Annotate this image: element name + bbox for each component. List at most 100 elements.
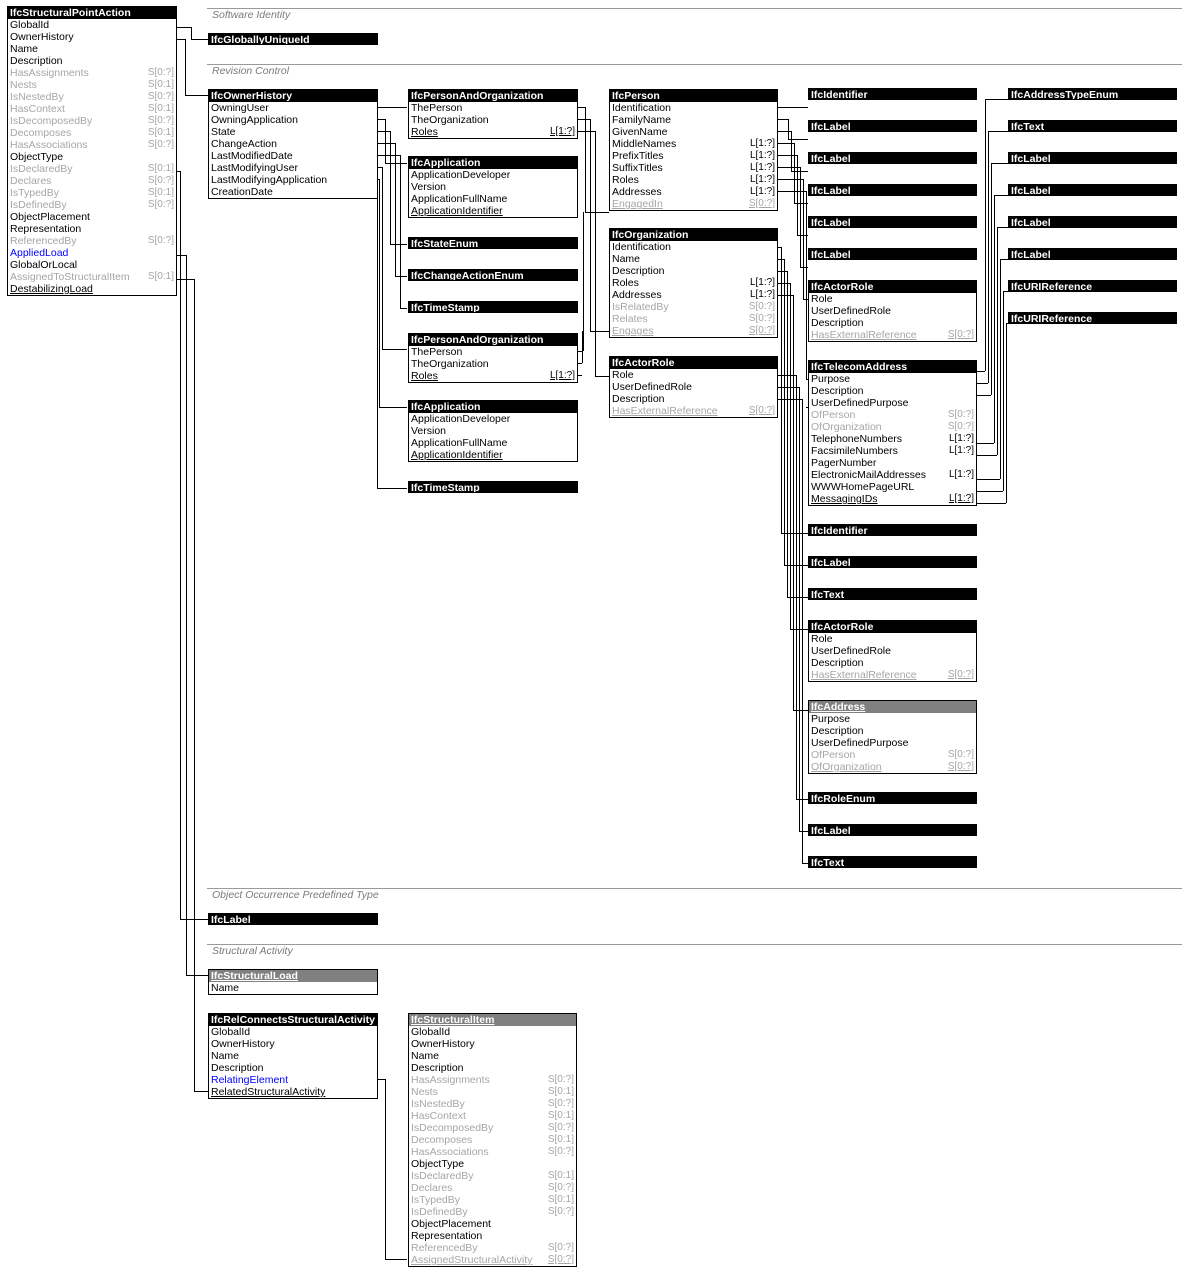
attr-row[interactable]: ObjectPlacement (8, 211, 176, 223)
attr-row[interactable]: Role (809, 633, 976, 645)
entity-ifctimestamp-2[interactable]: IfcTimeStamp (408, 481, 578, 493)
attr-row[interactable]: Description (610, 265, 777, 277)
attr-row[interactable]: Decomposes S[0:1] (8, 127, 176, 139)
entity-ifctext-c5-2[interactable]: IfcText (808, 856, 977, 868)
attr-row[interactable]: HasAssociations S[0:?] (409, 1146, 576, 1158)
attr-row[interactable]: GlobalId (209, 1026, 377, 1038)
attr-row[interactable]: Description (409, 1062, 576, 1074)
entity-ifcactorrole-column5-bottom[interactable]: IfcActorRole Role UserDefinedRole Descri… (808, 620, 977, 682)
attr-row[interactable]: GivenName (610, 126, 777, 138)
attr-row[interactable]: MiddleNames L[1:?] (610, 138, 777, 150)
attr-row[interactable]: RelatedStructuralActivity (209, 1086, 377, 1098)
entity-ifcidentifier-2[interactable]: IfcIdentifier (808, 524, 977, 536)
entity-ifclabel-c5-4[interactable]: IfcLabel (808, 216, 977, 228)
entity-ifctelecomaddress[interactable]: IfcTelecomAddress Purpose Description Us… (808, 360, 977, 506)
entity-ifcstructuralitem[interactable]: IfcStructuralItem GlobalId OwnerHistory … (408, 1013, 577, 1267)
attr-row[interactable]: PagerNumber (809, 457, 976, 469)
attr-row[interactable]: Roles L[1:?] (610, 277, 777, 289)
attr-row[interactable]: Description (209, 1062, 377, 1074)
attr-row[interactable]: PrefixTitles L[1:?] (610, 150, 777, 162)
attr-row[interactable]: IsDecomposedBy S[0:?] (8, 115, 176, 127)
attr-row[interactable]: Roles L[1:?] (610, 174, 777, 186)
entity-ifclabel-c6-3[interactable]: IfcLabel (1008, 216, 1177, 228)
entity-ifclabel-c5-7[interactable]: IfcLabel (808, 824, 977, 836)
attr-row[interactable]: IsDeclaredBy S[0:1] (409, 1170, 576, 1182)
attr-row[interactable]: MessagingIDs L[1:?] (809, 493, 976, 505)
attr-row[interactable]: Addresses L[1:?] (610, 289, 777, 301)
attr-row[interactable]: Roles L[1:?] (409, 370, 577, 382)
attr-row[interactable]: AssignedToStructuralItem S[0:1] (8, 271, 176, 283)
entity-ifcurireference-1[interactable]: IfcURIReference (1008, 280, 1177, 292)
entity-ifcgloballyuniqueid[interactable]: IfcGloballyUniqueId (208, 33, 378, 45)
attr-row[interactable]: Identification (610, 241, 777, 253)
attr-row[interactable]: Representation (8, 223, 176, 235)
attr-row[interactable]: UserDefinedRole (809, 645, 976, 657)
attr-row[interactable]: Description (610, 393, 777, 405)
attr-row[interactable]: Version (409, 425, 577, 437)
attr-row[interactable]: ApplicationDeveloper (409, 169, 577, 181)
attr-row[interactable]: Representation (409, 1230, 576, 1242)
attr-row[interactable]: HasContext S[0:1] (8, 103, 176, 115)
attr-row[interactable]: ApplicationIdentifier (409, 449, 577, 461)
attr-row[interactable]: UserDefinedRole (610, 381, 777, 393)
attr-row[interactable]: OfPerson S[0:?] (809, 409, 976, 421)
entity-ifcpersonandorganization-2[interactable]: IfcPersonAndOrganization ThePerson TheOr… (408, 333, 578, 383)
attr-row[interactable]: Description (809, 385, 976, 397)
entity-ifcroleenum[interactable]: IfcRoleEnum (808, 792, 977, 804)
attr-row[interactable]: LastModifiedDate (209, 150, 377, 162)
attr-row[interactable]: Purpose (809, 373, 976, 385)
entity-ifcaddresstypeenum[interactable]: IfcAddressTypeEnum (1008, 88, 1177, 100)
attr-row[interactable]: Nests S[0:1] (409, 1086, 576, 1098)
attr-row[interactable]: State (209, 126, 377, 138)
entity-ifcownerhistory[interactable]: IfcOwnerHistory OwningUser OwningApplica… (208, 89, 378, 199)
attr-row[interactable]: ApplicationIdentifier (409, 205, 577, 217)
entity-ifclabel-c6-4[interactable]: IfcLabel (1008, 248, 1177, 260)
entity-ifcpersonandorganization-1[interactable]: IfcPersonAndOrganization ThePerson TheOr… (408, 89, 578, 139)
entity-ifctext-c5-1[interactable]: IfcText (808, 588, 977, 600)
attr-row[interactable]: Declares S[0:?] (8, 175, 176, 187)
entity-ifclabel-c5-6[interactable]: IfcLabel (808, 556, 977, 568)
attr-row[interactable]: HasExternalReference S[0:?] (809, 329, 976, 341)
attr-row[interactable]: IsDefinedBy S[0:?] (8, 199, 176, 211)
attr-row[interactable]: ApplicationDeveloper (409, 413, 577, 425)
attr-row[interactable]: Nests S[0:1] (8, 79, 176, 91)
attr-row[interactable]: IsNestedBy S[0:?] (409, 1098, 576, 1110)
attr-row[interactable]: IsDecomposedBy S[0:?] (409, 1122, 576, 1134)
entity-ifclabel-predefined-type[interactable]: IfcLabel (208, 913, 378, 925)
entity-ifctimestamp-1[interactable]: IfcTimeStamp (408, 301, 578, 313)
attr-row[interactable]: OwnerHistory (409, 1038, 576, 1050)
attr-row[interactable]: ReferencedBy S[0:?] (409, 1242, 576, 1254)
entity-ifclabel-c6-2[interactable]: IfcLabel (1008, 184, 1177, 196)
attr-row[interactable]: Description (8, 55, 176, 67)
attr-row[interactable]: Description (809, 657, 976, 669)
attr-row[interactable]: ApplicationFullName (409, 193, 577, 205)
attr-row[interactable]: CreationDate (209, 186, 377, 198)
attr-row[interactable]: ObjectType (8, 151, 176, 163)
attr-row[interactable]: ElectronicMailAddresses L[1:?] (809, 469, 976, 481)
attr-row[interactable]: OfOrganization S[0:?] (809, 421, 976, 433)
attr-row[interactable]: ApplicationFullName (409, 437, 577, 449)
entity-ifcaddress[interactable]: IfcAddress Purpose Description UserDefin… (808, 700, 977, 774)
attr-row[interactable]: Name (610, 253, 777, 265)
attr-row[interactable]: Role (809, 293, 976, 305)
attr-row[interactable]: IsDeclaredBy S[0:1] (8, 163, 176, 175)
attr-row[interactable]: TheOrganization (409, 114, 577, 126)
attr-row[interactable]: GlobalId (8, 19, 176, 31)
attr-row[interactable]: Relates S[0:?] (610, 313, 777, 325)
attr-row[interactable]: GlobalOrLocal (8, 259, 176, 271)
attr-row[interactable]: SuffixTitles L[1:?] (610, 162, 777, 174)
attr-row[interactable]: Role (610, 369, 777, 381)
attr-row[interactable]: OfOrganization S[0:?] (809, 761, 976, 773)
attr-row[interactable]: ReferencedBy S[0:?] (8, 235, 176, 247)
attr-row[interactable]: ThePerson (409, 346, 577, 358)
attr-row[interactable]: EngagedIn S[0:?] (610, 198, 777, 210)
attr-row[interactable]: UserDefinedPurpose (809, 737, 976, 749)
attr-row[interactable]: HasAssignments S[0:?] (409, 1074, 576, 1086)
entity-ifclabel-c5-5[interactable]: IfcLabel (808, 248, 977, 260)
attr-row[interactable]: TelephoneNumbers L[1:?] (809, 433, 976, 445)
attr-row[interactable]: IsRelatedBy S[0:?] (610, 301, 777, 313)
attr-row[interactable]: Roles L[1:?] (409, 126, 577, 138)
attr-row[interactable]: Description (809, 725, 976, 737)
attr-row[interactable]: HasContext S[0:1] (409, 1110, 576, 1122)
attr-row[interactable]: DestabilizingLoad (8, 283, 176, 295)
